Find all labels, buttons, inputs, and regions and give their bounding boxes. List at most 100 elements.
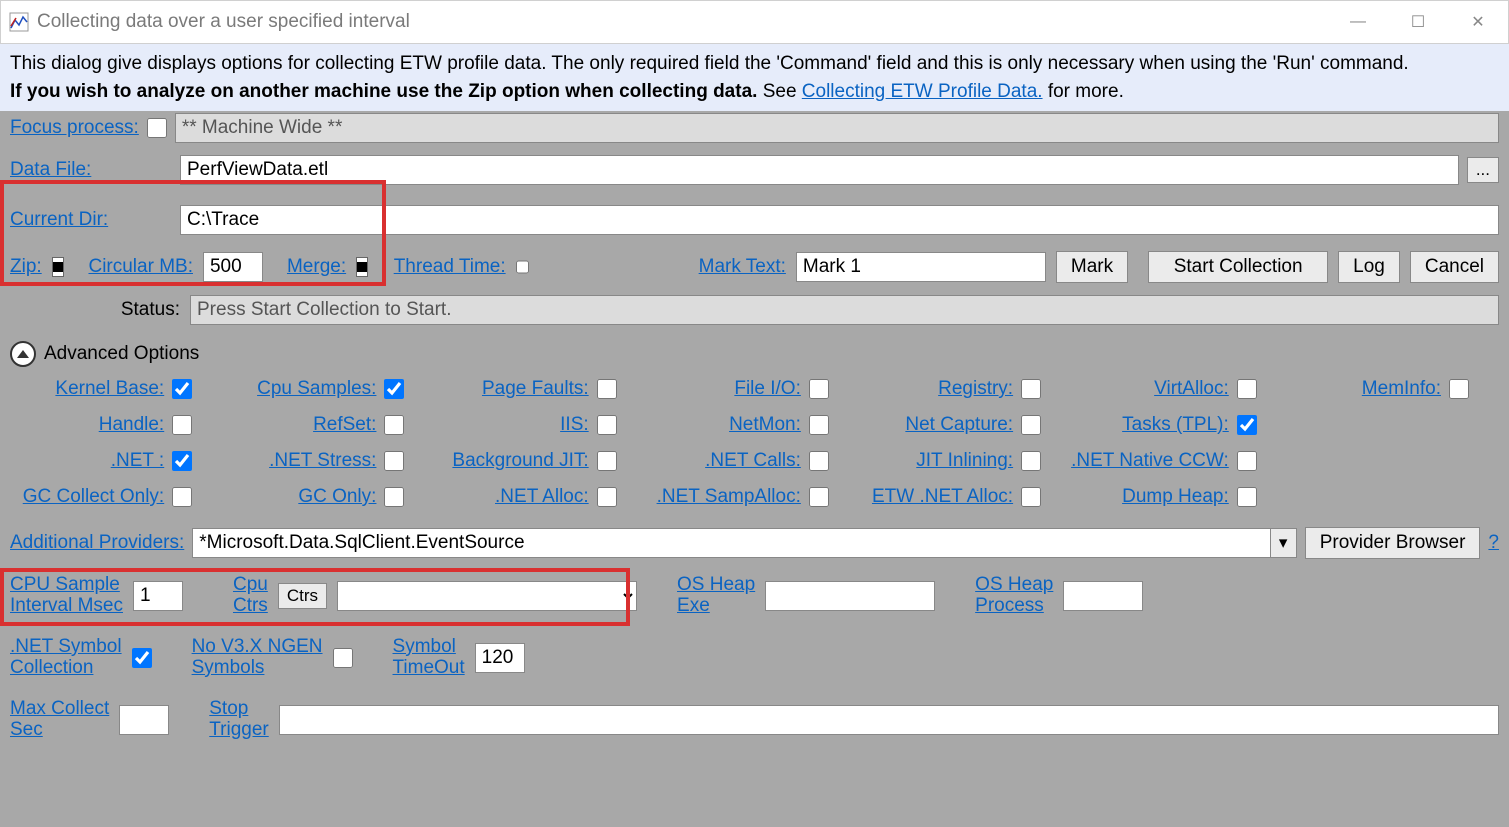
dump-heap-checkbox[interactable] — [1237, 487, 1257, 507]
dotnet-stress-label[interactable]: .NET Stress: — [269, 450, 376, 472]
gc-only-checkbox[interactable] — [384, 487, 404, 507]
symbol-timeout-label[interactable]: SymbolTimeOut — [393, 637, 465, 679]
etw-alloc-checkbox[interactable] — [1021, 487, 1041, 507]
registry-checkbox[interactable] — [1021, 379, 1041, 399]
max-collect-sec-input[interactable] — [119, 705, 169, 735]
os-heap-process-label[interactable]: OS HeapProcess — [975, 575, 1053, 617]
kernel-base-checkbox[interactable] — [172, 379, 192, 399]
dotnet-label[interactable]: .NET : — [111, 450, 165, 472]
stop-trigger-input[interactable] — [279, 705, 1499, 735]
native-ccw-checkbox[interactable] — [1237, 451, 1257, 471]
cpu-ctrs-select[interactable] — [337, 581, 637, 611]
focus-process-checkbox[interactable] — [147, 118, 167, 138]
merge-label[interactable]: Merge: — [287, 256, 346, 278]
mark-text-label[interactable]: Mark Text: — [699, 256, 786, 278]
dotnet-checkbox[interactable] — [172, 451, 192, 471]
jit-inlining-label[interactable]: JIT Inlining: — [916, 450, 1013, 472]
dotnet-calls-label[interactable]: .NET Calls: — [705, 450, 801, 472]
netmon-label[interactable]: NetMon: — [729, 414, 801, 436]
cancel-button[interactable]: Cancel — [1410, 251, 1499, 283]
page-faults-label[interactable]: Page Faults: — [482, 378, 589, 400]
thread-time-label[interactable]: Thread Time: — [394, 257, 506, 278]
page-faults-checkbox[interactable] — [597, 379, 617, 399]
cpu-ctrs-button[interactable]: Ctrs — [278, 583, 327, 609]
log-button[interactable]: Log — [1338, 251, 1400, 283]
data-file-label[interactable]: Data File: — [10, 159, 172, 181]
cpu-sample-interval-input[interactable] — [133, 581, 183, 611]
os-heap-exe-input[interactable] — [765, 581, 935, 611]
dotnet-alloc-checkbox[interactable] — [597, 487, 617, 507]
os-heap-process-input[interactable] — [1063, 581, 1143, 611]
virtalloc-label[interactable]: VirtAlloc: — [1154, 378, 1229, 400]
circular-mb-input[interactable] — [203, 252, 263, 282]
file-io-label[interactable]: File I/O: — [734, 378, 801, 400]
samp-alloc-label[interactable]: .NET SampAlloc: — [657, 486, 801, 508]
no-ngen-symbols-label[interactable]: No V3.X NGENSymbols — [192, 637, 323, 679]
etw-alloc-label[interactable]: ETW .NET Alloc: — [872, 486, 1013, 508]
dotnet-symbol-collection-label[interactable]: .NET SymbolCollection — [10, 637, 122, 679]
advanced-expander-toggle[interactable] — [10, 341, 36, 367]
registry-label[interactable]: Registry: — [938, 378, 1013, 400]
thread-time-checkbox[interactable] — [516, 257, 529, 277]
additional-providers-dropdown[interactable]: ▾ — [1271, 528, 1297, 558]
dump-heap-label[interactable]: Dump Heap: — [1122, 486, 1229, 508]
net-capture-label[interactable]: Net Capture: — [905, 414, 1013, 436]
net-capture-checkbox[interactable] — [1021, 415, 1041, 435]
refset-label[interactable]: RefSet: — [313, 414, 376, 436]
provider-help-link[interactable]: ? — [1488, 532, 1499, 554]
tasks-tpl-checkbox[interactable] — [1237, 415, 1257, 435]
virtalloc-checkbox[interactable] — [1237, 379, 1257, 399]
data-file-input[interactable] — [180, 155, 1459, 185]
additional-providers-label[interactable]: Additional Providers: — [10, 532, 184, 554]
minimize-button[interactable]: — — [1328, 1, 1388, 43]
handle-label[interactable]: Handle: — [99, 414, 165, 436]
zip-checkbox[interactable] — [52, 257, 64, 277]
current-dir-input[interactable] — [180, 205, 1499, 235]
no-ngen-symbols-checkbox[interactable] — [333, 648, 353, 668]
additional-providers-input[interactable] — [192, 528, 1270, 558]
provider-browser-button[interactable]: Provider Browser — [1305, 527, 1481, 559]
samp-alloc-checkbox[interactable] — [809, 487, 829, 507]
kernel-base-label[interactable]: Kernel Base: — [55, 378, 164, 400]
zip-label[interactable]: Zip: — [10, 256, 42, 278]
netmon-checkbox[interactable] — [809, 415, 829, 435]
merge-checkbox[interactable] — [356, 257, 368, 277]
bg-jit-label[interactable]: Background JIT: — [452, 450, 588, 472]
cpu-samples-label[interactable]: Cpu Samples: — [257, 378, 376, 400]
dotnet-stress-checkbox[interactable] — [384, 451, 404, 471]
maximize-button[interactable]: ☐ — [1388, 1, 1448, 43]
gc-only-label[interactable]: GC Only: — [298, 486, 376, 508]
refset-checkbox[interactable] — [384, 415, 404, 435]
gc-collect-label[interactable]: GC Collect Only: — [23, 486, 164, 508]
native-ccw-label[interactable]: .NET Native CCW: — [1071, 450, 1229, 472]
stop-trigger-label[interactable]: StopTrigger — [209, 699, 268, 741]
mark-button[interactable]: Mark — [1056, 251, 1128, 283]
cpu-samples-checkbox[interactable] — [384, 379, 404, 399]
cpu-sample-interval-label[interactable]: CPU SampleInterval Msec — [10, 575, 123, 617]
meminfo-checkbox[interactable] — [1449, 379, 1469, 399]
data-file-browse-button[interactable]: ... — [1467, 157, 1499, 183]
bg-jit-checkbox[interactable] — [597, 451, 617, 471]
handle-checkbox[interactable] — [172, 415, 192, 435]
meminfo-label[interactable]: MemInfo: — [1362, 378, 1441, 400]
gc-collect-checkbox[interactable] — [172, 487, 192, 507]
symbol-timeout-input[interactable] — [475, 643, 525, 673]
dotnet-alloc-label[interactable]: .NET Alloc: — [495, 486, 589, 508]
iis-label[interactable]: IIS: — [560, 414, 589, 436]
jit-inlining-checkbox[interactable] — [1021, 451, 1041, 471]
start-collection-button[interactable]: Start Collection — [1148, 251, 1328, 283]
focus-process-label[interactable]: Focus process: — [10, 117, 139, 139]
cpu-ctrs-label[interactable]: CpuCtrs — [233, 575, 268, 617]
iis-checkbox[interactable] — [597, 415, 617, 435]
max-collect-sec-label[interactable]: Max CollectSec — [10, 699, 109, 741]
mark-text-input[interactable] — [796, 252, 1046, 282]
os-heap-exe-label[interactable]: OS HeapExe — [677, 575, 755, 617]
close-button[interactable]: ✕ — [1448, 1, 1508, 43]
circular-mb-label[interactable]: Circular MB: — [88, 257, 193, 278]
file-io-checkbox[interactable] — [809, 379, 829, 399]
dotnet-symbol-collection-checkbox[interactable] — [132, 648, 152, 668]
current-dir-label[interactable]: Current Dir: — [10, 209, 172, 231]
dotnet-calls-checkbox[interactable] — [809, 451, 829, 471]
tasks-tpl-label[interactable]: Tasks (TPL): — [1122, 414, 1229, 436]
banner-link[interactable]: Collecting ETW Profile Data. — [802, 81, 1043, 102]
